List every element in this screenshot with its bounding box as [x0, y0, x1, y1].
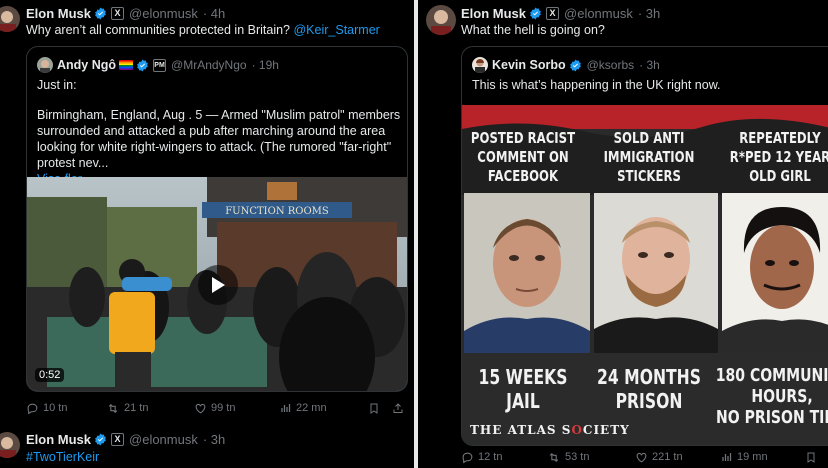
mention-link[interactable]: @Keir_Starmer [293, 23, 379, 37]
views-icon [281, 404, 291, 412]
view-count: 22 mn [296, 402, 327, 414]
views-icon [722, 453, 732, 461]
author-name[interactable]: Elon Musk [461, 6, 526, 21]
quote-video[interactable]: FUNCTION ROOMS 0:52 [27, 177, 407, 391]
play-button[interactable] [198, 265, 238, 305]
repost-button[interactable]: 53 tn [547, 451, 635, 464]
mugshot-2 [594, 193, 718, 353]
mugshot-3 [722, 193, 828, 353]
post-actions: 10 tn 21 tn 99 tn 22 mn [26, 400, 410, 416]
views-button[interactable]: 19 mn [721, 451, 805, 463]
quote-text: This is what’s happening in the UK right… [472, 78, 721, 92]
post-text-body: Why aren’t all communities protected in … [26, 23, 294, 37]
reply-count: 12 tn [478, 451, 503, 463]
column-3-heading: REPEATEDLY R*PED 12 YEAR OLD GIRL [729, 129, 828, 185]
views-button[interactable]: 22 mn [280, 402, 366, 414]
column-2-sentence: 24 MONTHS PRISON [597, 365, 701, 413]
heart-icon [195, 403, 206, 413]
quote-header: Kevin Sorbo @ksorbs · 3h [492, 57, 660, 73]
quote-author-handle: @MrAndyNgo [171, 58, 247, 72]
quote-time: · 3h [639, 58, 660, 72]
bookmark-icon[interactable] [805, 451, 817, 464]
quote-author-name: Andy Ngô [57, 58, 117, 72]
verified-badge-icon [530, 7, 541, 19]
verified-badge-icon [137, 59, 148, 71]
author-handle[interactable]: @elonmusk [564, 6, 633, 21]
post-actions: 12 tn 53 tn 221 tn 19 mn [461, 449, 828, 465]
repost-icon [108, 403, 118, 413]
share-icon[interactable] [392, 402, 404, 415]
atlas-brand-o: O [571, 423, 583, 437]
reply-button[interactable]: 12 tn [461, 451, 547, 464]
play-icon [212, 277, 225, 293]
heart-icon [636, 452, 647, 462]
quote-body: Birmingham, England, Aug . 5 — Armed "Mu… [37, 107, 403, 187]
reply-count: 10 tn [43, 402, 68, 414]
affiliation-icon: PM [153, 58, 167, 72]
quoted-post[interactable]: Kevin Sorbo @ksorbs · 3h This is what’s … [461, 46, 828, 446]
quote-author-handle: @ksorbs [586, 58, 635, 72]
author-handle[interactable]: @elonmusk [129, 6, 198, 21]
column-3-sentence: 180 COMMUNITY HOURS, NO PRISON TIME [715, 365, 828, 428]
repost-icon [549, 452, 559, 462]
bookmark-icon[interactable] [368, 402, 380, 415]
reply-icon [27, 403, 38, 414]
post-time[interactable]: · 4h [203, 6, 225, 21]
column-1-heading: POSTED RACIST COMMENT ON FACEBOOK [470, 129, 576, 185]
atlas-brand-left: THE ATLAS S [470, 423, 572, 437]
verified-badge-icon [95, 433, 106, 445]
andy-ngo-avatar [37, 57, 53, 73]
post-text: What the hell is going on? [461, 23, 605, 37]
rainbow-flag-icon [119, 60, 134, 70]
post-text: Why aren’t all communities protected in … [26, 22, 406, 38]
quote-body-text: Birmingham, England, Aug . 5 — Armed "Mu… [37, 108, 401, 170]
quoted-post[interactable]: Andy Ngô PM @MrAndyNgo · 19h Just in: Bi… [26, 46, 408, 392]
reply-header: Elon Musk X @elonmusk · 3h [26, 431, 225, 447]
verified-badge-icon [95, 7, 106, 19]
reply-time[interactable]: · 3h [203, 432, 225, 447]
right-post-panel: Elon Musk X @elonmusk · 3h What the hell… [418, 0, 828, 468]
quote-time: · 19h [251, 58, 279, 72]
view-count: 19 mn [737, 451, 768, 463]
x-affiliation-icon: X [111, 432, 125, 446]
quote-header: Andy Ngô PM @MrAndyNgo · 19h [57, 57, 279, 73]
atlas-brand-right: CIETY [582, 423, 630, 437]
author-name[interactable]: Elon Musk [26, 6, 91, 21]
quote-author-name: Kevin Sorbo [492, 58, 566, 72]
reply-author-handle[interactable]: @elonmusk [129, 432, 198, 447]
column-1-sentence: 15 WEEKS JAIL [478, 365, 568, 413]
post-header: Elon Musk X @elonmusk · 3h [461, 5, 660, 21]
mugshot-1 [464, 193, 590, 353]
left-post-panel: Elon Musk X @elonmusk · 4h Why aren’t al… [0, 0, 414, 468]
x-affiliation-icon: X [546, 6, 560, 20]
reply-author-name[interactable]: Elon Musk [26, 432, 91, 447]
post-header: Elon Musk X @elonmusk · 4h [26, 5, 225, 21]
repost-count: 21 tn [124, 402, 149, 414]
kevin-sorbo-avatar [472, 57, 488, 73]
pub-sign: FUNCTION ROOMS [225, 206, 329, 217]
verified-badge-icon [569, 59, 581, 71]
elon-musk-reply-avatar[interactable] [0, 432, 20, 458]
atlas-society-logo: THE ATLAS SOCIETY [470, 423, 630, 437]
video-duration: 0:52 [35, 368, 65, 382]
reply-icon [462, 452, 473, 463]
x-affiliation-icon: X [111, 6, 125, 20]
column-2-heading: SOLD ANTI IMMIGRATION STICKERS [603, 129, 695, 185]
like-button[interactable]: 99 tn [194, 402, 280, 415]
hashtag-link[interactable]: #TwoTierKeir [26, 449, 99, 465]
like-count: 99 tn [211, 402, 236, 414]
elon-musk-avatar[interactable] [426, 5, 456, 35]
quote-line1: Just in: [37, 78, 77, 92]
like-button[interactable]: 221 tn [635, 451, 721, 464]
meme-image[interactable]: POSTED RACIST COMMENT ON FACEBOOK SOLD A… [462, 105, 828, 445]
reply-button[interactable]: 10 tn [26, 402, 106, 415]
like-count: 221 tn [652, 451, 683, 463]
post-time[interactable]: · 3h [638, 6, 660, 21]
repost-count: 53 tn [565, 451, 590, 463]
repost-button[interactable]: 21 tn [106, 402, 194, 415]
elon-musk-avatar[interactable] [0, 6, 20, 32]
